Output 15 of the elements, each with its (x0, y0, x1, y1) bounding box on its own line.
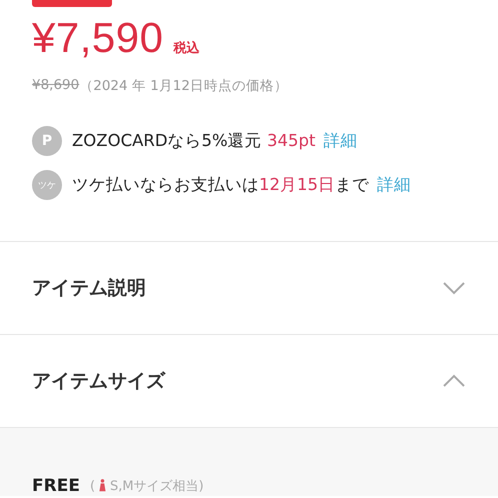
point-icon: P (32, 126, 62, 156)
point-icon: ツケ (32, 170, 62, 200)
size-name: FREE (32, 476, 80, 496)
benefit-text: ZOZOCARDなら5%還元 345pt (72, 130, 316, 152)
section-title: アイテムサイズ (32, 369, 165, 394)
tax-label: 税込 (173, 40, 200, 57)
price: ¥7,590 (32, 15, 164, 61)
size-note: S,Mサイズ相当) (110, 478, 204, 495)
section-title: アイテム説明 (32, 276, 146, 301)
benefit-text: ツケ払いならお支払いは12月15日 まで (72, 174, 369, 196)
accordion-header[interactable]: アイテム説明 (0, 242, 498, 335)
size-note-paren: ( (90, 478, 96, 494)
original-price: ¥8,690 (32, 77, 80, 95)
person-icon (99, 479, 106, 493)
price-date-note: （2024 年 1月12日時点の価格） (79, 77, 288, 95)
